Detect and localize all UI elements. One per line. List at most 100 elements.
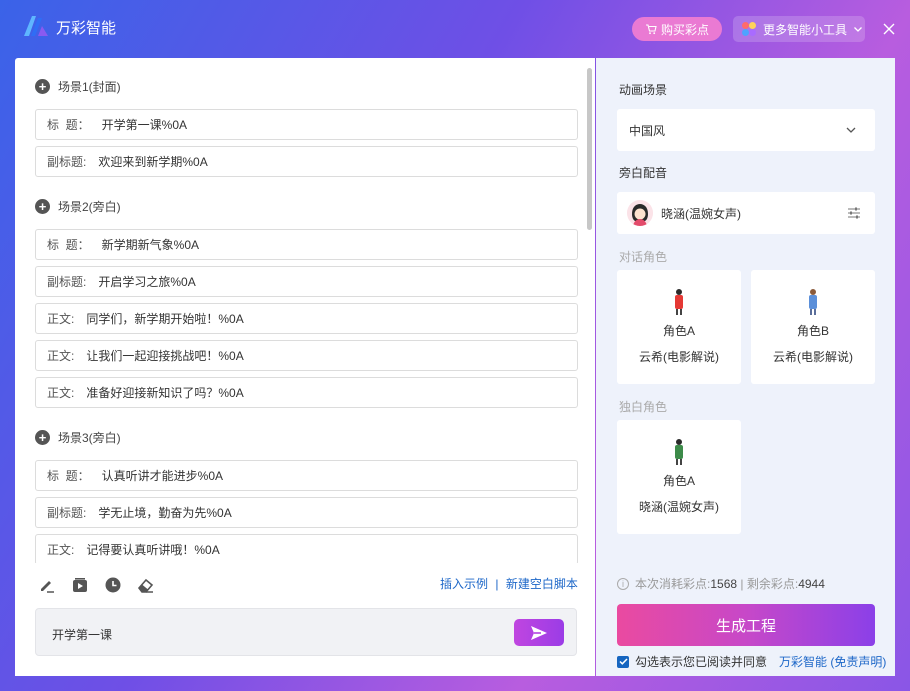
animation-scene-select[interactable]: 中国风 <box>617 109 875 151</box>
field-label: 副标题: <box>47 275 87 289</box>
add-scene-icon[interactable]: + <box>35 199 50 214</box>
role-name: 角色A <box>662 324 695 338</box>
scene-field[interactable]: 正文: 准备好迎接新知识了吗？%0A <box>35 377 578 408</box>
dialogue-role-card[interactable]: 角色B 云希(电影解说) <box>751 270 875 384</box>
field-label: 标 题： <box>47 238 90 252</box>
solo-role-card[interactable]: 角色A 晓涵(温婉女声) <box>617 420 741 534</box>
field-label: 正文: <box>47 386 75 400</box>
scene-list[interactable]: + 场景1(封面) 标 题： 开学第一课%0A 副标题: 欢迎来到新学期%0A … <box>15 58 595 563</box>
remain-value: 4944 <box>798 577 825 591</box>
apps-icon <box>742 22 756 36</box>
agreement-row: 勾选表示您已阅读并同意 万彩智能 (免责声明) <box>617 653 886 670</box>
prompt-input[interactable]: 开学第一课 <box>35 608 577 656</box>
field-label: 副标题: <box>47 155 87 169</box>
info-icon: i <box>617 577 629 590</box>
scene-title: 场景2(旁白) <box>58 200 121 214</box>
scene-field[interactable]: 标 题： 新学期新气象%0A <box>35 229 578 260</box>
cart-icon <box>645 24 657 35</box>
role-voice: 云希(电影解说) <box>773 350 853 364</box>
solo-roles-title: 独白角色 <box>619 400 668 414</box>
more-tools-button[interactable]: 更多智能小工具 <box>733 16 865 42</box>
field-value: 准备好迎接新知识了吗？%0A <box>86 386 244 400</box>
field-value: 让我们一起迎接挑战吧！%0A <box>86 349 244 363</box>
scene-field[interactable]: 标 题： 认真听讲才能进步%0A <box>35 460 578 491</box>
scene-header[interactable]: + 场景3(旁白) <box>35 429 121 446</box>
link-separator: | <box>495 577 499 591</box>
insert-example-link[interactable]: 插入示例 <box>440 577 488 591</box>
script-editor-panel: + 场景1(封面) 标 题： 开学第一课%0A 副标题: 欢迎来到新学期%0A … <box>15 58 595 676</box>
role-figure-icon <box>675 289 683 315</box>
send-button[interactable] <box>514 619 564 646</box>
editor-toolbar <box>38 576 155 594</box>
field-label: 正文: <box>47 349 75 363</box>
narration-voice-name: 晓涵(温婉女声) <box>661 206 741 221</box>
field-value: 开启学习之旅%0A <box>98 275 196 289</box>
role-voice: 晓涵(温婉女声) <box>639 500 719 514</box>
field-label: 正文: <box>47 312 75 326</box>
check-icon <box>618 658 628 665</box>
field-label: 正文: <box>47 543 75 557</box>
field-value: 新学期新气象%0A <box>101 238 200 252</box>
chevron-down-icon <box>854 27 862 32</box>
field-value: 认真听讲才能进步%0A <box>101 469 224 483</box>
field-value: 学无止境，勤奋为先%0A <box>98 506 232 520</box>
new-blank-script-link[interactable]: 新建空白脚本 <box>506 577 578 591</box>
cost-value: 1568 <box>710 577 738 591</box>
remain-label: 剩余彩点: <box>746 577 799 591</box>
scene-title: 场景3(旁白) <box>58 431 121 445</box>
scene-field[interactable]: 正文: 让我们一起迎接挑战吧！%0A <box>35 340 578 371</box>
points-info: i 本次消耗彩点:1568 | 剩余彩点:4944 <box>617 575 825 592</box>
role-name: 角色A <box>662 474 695 488</box>
role-name: 角色B <box>796 324 829 338</box>
narration-voice-select[interactable]: 晓涵(温婉女声) <box>617 192 875 234</box>
role-figure-icon <box>675 439 683 465</box>
field-value: 记得要认真听讲哦！%0A <box>86 543 220 557</box>
app-title: 万彩智能 <box>56 20 117 37</box>
field-value: 开学第一课%0A <box>101 118 188 132</box>
scene-header[interactable]: + 场景1(封面) <box>35 78 121 95</box>
animation-scene-title: 动画场景 <box>619 83 668 97</box>
close-icon[interactable] <box>882 22 896 36</box>
eraser-icon[interactable] <box>137 576 155 594</box>
generate-project-button[interactable]: 生成工程 <box>617 604 875 646</box>
script-links: 插入示例 | 新建空白脚本 <box>440 575 578 592</box>
add-scene-icon[interactable]: + <box>35 430 50 445</box>
agree-text: 勾选表示您已阅读并同意 <box>635 655 768 669</box>
edit-icon[interactable] <box>38 576 56 594</box>
clock-icon[interactable] <box>104 576 122 594</box>
cost-label: 本次消耗彩点: <box>635 577 711 591</box>
scene-field[interactable]: 正文: 记得要认真听讲哦！%0A <box>35 534 578 563</box>
field-value: 欢迎来到新学期%0A <box>98 155 208 169</box>
scene-title: 场景1(封面) <box>58 80 121 94</box>
narration-title: 旁白配音 <box>619 166 668 180</box>
scrollbar[interactable] <box>587 68 592 230</box>
scene-field[interactable]: 副标题: 学无止境，勤奋为先%0A <box>35 497 578 528</box>
send-icon <box>531 625 547 640</box>
scene-field[interactable]: 副标题: 欢迎来到新学期%0A <box>35 146 578 177</box>
dialogue-roles-title: 对话角色 <box>619 250 668 264</box>
add-scene-icon[interactable]: + <box>35 79 50 94</box>
prompt-text: 开学第一课 <box>52 628 113 642</box>
role-voice: 云希(电影解说) <box>639 350 719 364</box>
settings-sliders-icon[interactable] <box>847 206 861 220</box>
role-figure-icon <box>809 289 817 315</box>
more-tools-label: 更多智能小工具 <box>763 22 848 37</box>
buy-points-button[interactable]: 购买彩点 <box>632 17 722 41</box>
settings-panel: 动画场景 中国风 旁白配音 晓涵(温婉女声) 对话角色 角色A 云希(电影解说)… <box>596 58 895 676</box>
voice-avatar <box>627 200 653 226</box>
buy-points-label: 购买彩点 <box>660 22 709 37</box>
title-bar: 万彩智能 购买彩点 更多智能小工具 <box>0 0 910 58</box>
animation-scene-value: 中国风 <box>629 123 666 138</box>
media-icon[interactable] <box>71 576 89 594</box>
field-value: 同学们，新学期开始啦！%0A <box>86 312 244 326</box>
app-logo <box>24 16 48 36</box>
scene-field[interactable]: 副标题: 开启学习之旅%0A <box>35 266 578 297</box>
disclaimer-link[interactable]: 万彩智能 (免责声明) <box>779 653 886 670</box>
agree-checkbox[interactable] <box>617 655 629 668</box>
dialogue-role-card[interactable]: 角色A 云希(电影解说) <box>617 270 741 384</box>
scene-field[interactable]: 标 题： 开学第一课%0A <box>35 109 578 140</box>
chevron-down-icon <box>846 127 856 133</box>
field-label: 标 题： <box>47 469 90 483</box>
scene-header[interactable]: + 场景2(旁白) <box>35 198 121 215</box>
scene-field[interactable]: 正文: 同学们，新学期开始啦！%0A <box>35 303 578 334</box>
